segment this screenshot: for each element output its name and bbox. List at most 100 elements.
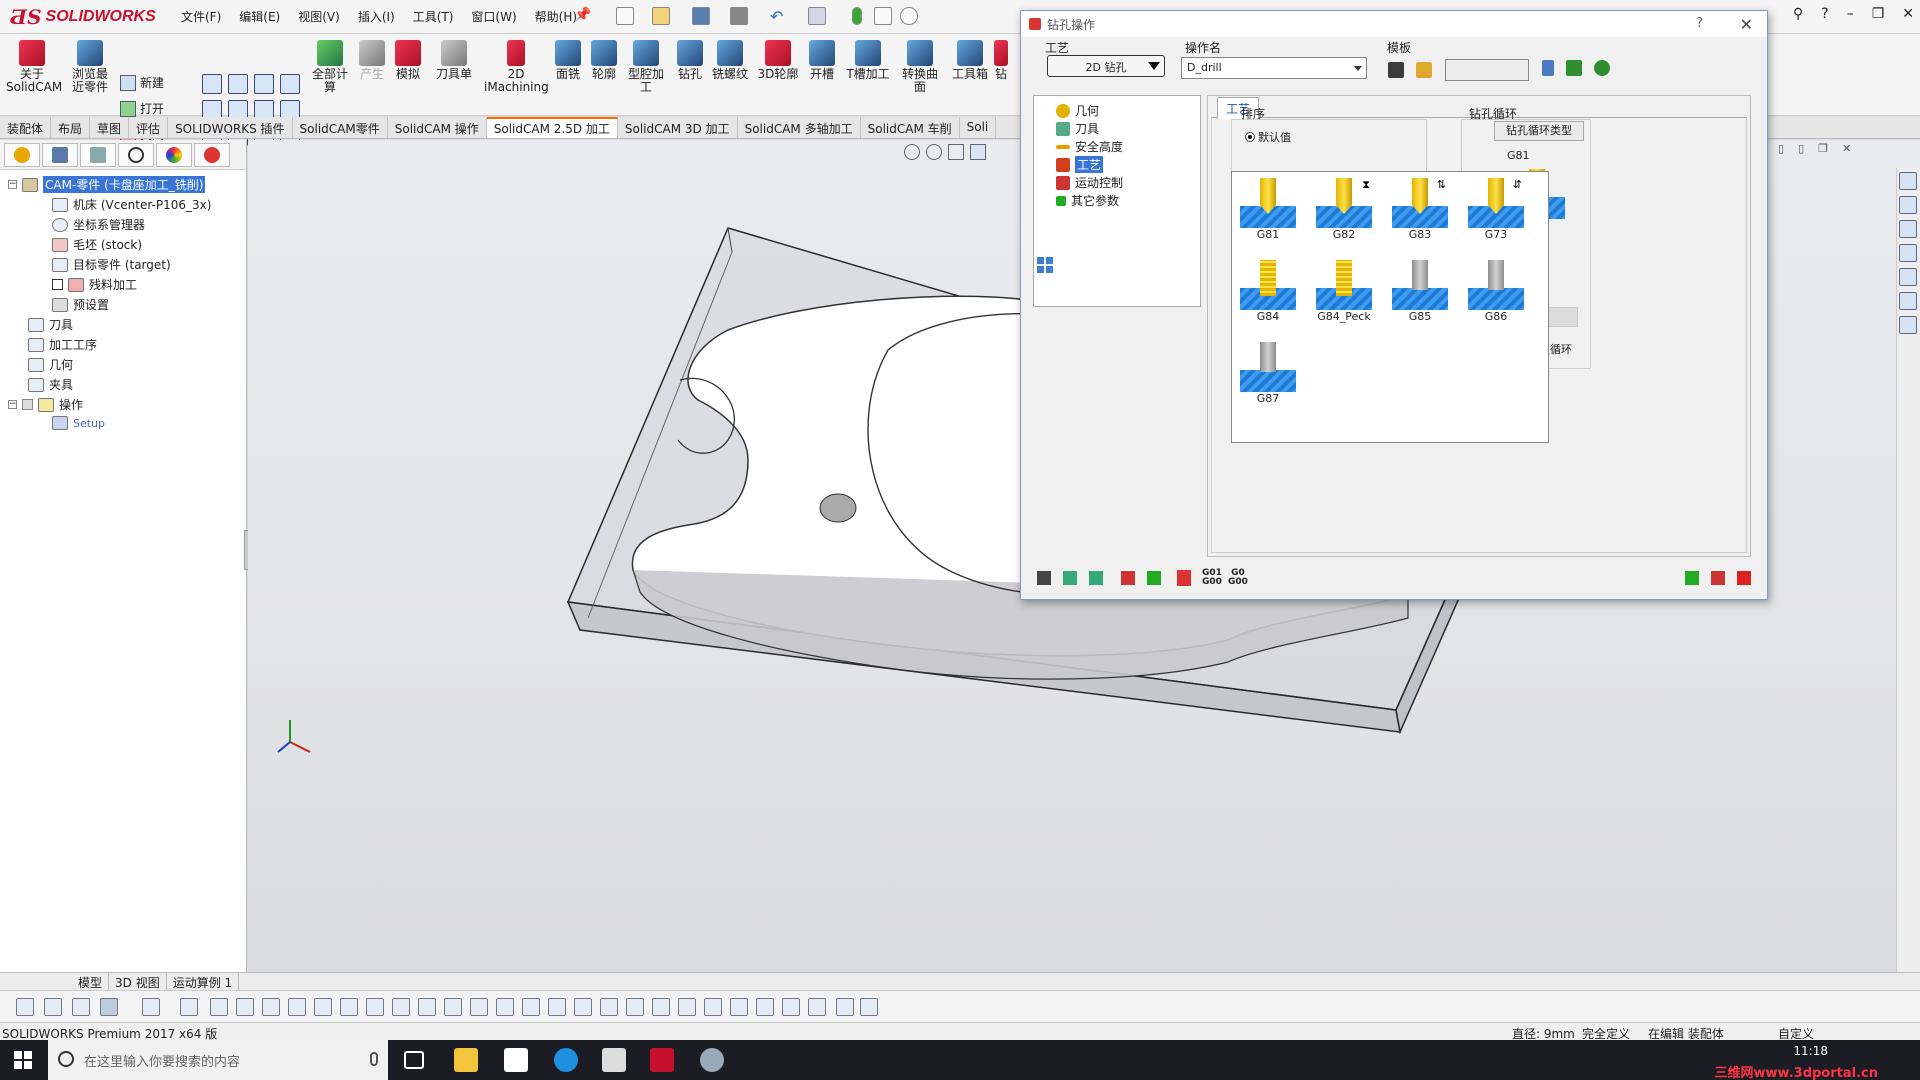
menu-edit[interactable]: 编辑(E) — [230, 8, 289, 25]
design-library-icon[interactable] — [1899, 220, 1917, 238]
tree-item-machine[interactable]: 机床 (Vcenter-P106_3x) — [52, 196, 211, 213]
menu-file[interactable]: 文件(F) — [172, 8, 230, 25]
sketch-segment-icon[interactable] — [392, 998, 410, 1016]
tab-solidcam-ops[interactable]: SolidCAM 操作 — [388, 117, 487, 138]
tab-solidcam-3d[interactable]: SolidCAM 3D 加工 — [618, 117, 738, 138]
tab-motion-study[interactable]: 运动算例 1 — [167, 973, 240, 990]
tree-item-cam-part[interactable]: − CAM-零件 (卡盘座加工_铣削) — [8, 176, 206, 193]
about-solidcam-button[interactable]: 关于 SolidCAM — [6, 40, 62, 94]
solidcam-tab[interactable] — [194, 143, 230, 167]
minimize-icon[interactable]: – — [1847, 6, 1854, 22]
axis-icon[interactable] — [314, 998, 332, 1016]
solidworks-taskbar-icon[interactable] — [650, 1048, 674, 1072]
t-slot-button[interactable]: T槽加工 — [842, 40, 894, 81]
store-icon[interactable] — [504, 1048, 528, 1072]
balloon-icon[interactable] — [704, 998, 722, 1016]
gtol-icon[interactable] — [652, 998, 670, 1016]
open-button[interactable]: 打开 — [120, 100, 164, 117]
info-button[interactable] — [1537, 57, 1559, 79]
nav-levels[interactable]: 安全高度 — [1056, 138, 1123, 155]
section-view-icon[interactable] — [970, 144, 986, 160]
save-calc-button[interactable] — [1117, 567, 1139, 589]
hole-callout-icon[interactable] — [836, 998, 854, 1016]
midpoint-icon[interactable] — [418, 998, 436, 1016]
view-icon-2[interactable] — [228, 74, 248, 94]
center-line-icon[interactable] — [808, 998, 826, 1016]
new-doc-icon[interactable] — [616, 7, 634, 25]
tile-icon-2[interactable]: ▯ — [1798, 142, 1804, 155]
tab-solidcam-turning[interactable]: SolidCAM 车削 — [861, 117, 960, 138]
cycle-g84-peck[interactable]: G84_Peck — [1314, 258, 1374, 323]
template-save-button[interactable] — [1385, 59, 1407, 81]
tree-item-geometry[interactable]: 几何 — [28, 356, 73, 373]
datum-target-icon[interactable] — [730, 998, 748, 1016]
tree-item-setup[interactable]: Setup — [52, 416, 105, 430]
home-icon[interactable] — [1899, 172, 1917, 190]
tree-item-process[interactable]: 加工工序 — [28, 336, 97, 353]
tab-solidcam-part[interactable]: SolidCAM零件 — [293, 117, 388, 138]
line-icon[interactable] — [210, 998, 228, 1016]
slot-button[interactable]: 开槽 — [796, 40, 848, 81]
resources-icon[interactable] — [1899, 196, 1917, 214]
surface-finish-icon[interactable] — [678, 998, 696, 1016]
cycle-g87[interactable]: G87 — [1238, 340, 1298, 405]
cycle-g81[interactable]: G81 — [1238, 176, 1298, 241]
solidworks-logo[interactable]: ƋS SOLIDWORKS — [10, 4, 158, 30]
cosmetic-thread-icon[interactable] — [756, 998, 774, 1016]
simulate-button[interactable]: 模拟 — [382, 40, 434, 81]
options-gear-icon[interactable] — [900, 7, 918, 25]
tree-item-tools[interactable]: 刀具 — [28, 316, 73, 333]
traffic-light-icon[interactable] — [852, 7, 862, 25]
help-icon[interactable]: ? — [1696, 16, 1703, 31]
save-button[interactable] — [1033, 567, 1055, 589]
nav-geometry[interactable]: 几何 — [1056, 102, 1099, 119]
print-icon[interactable] — [730, 7, 748, 25]
open-folder-icon[interactable] — [652, 7, 670, 25]
cycle-g73[interactable]: ⇵ G73 — [1466, 176, 1526, 241]
cycle-g82[interactable]: ⧗ G82 — [1314, 176, 1374, 241]
cycle-g85[interactable]: G85 — [1390, 258, 1450, 323]
g01-g00-button[interactable]: G01 G00 — [1201, 567, 1223, 589]
view-icon-3[interactable] — [254, 74, 274, 94]
help-dropdown-icon[interactable]: ? — [1821, 6, 1828, 22]
gcode-button[interactable] — [1173, 567, 1195, 589]
tree-item-fixtures[interactable]: 夹具 — [28, 376, 73, 393]
filter-edges-icon[interactable] — [44, 998, 62, 1016]
menu-tools[interactable]: 工具(T) — [404, 8, 463, 25]
file-props-icon[interactable] — [874, 7, 892, 25]
select-arrow-icon[interactable] — [808, 7, 826, 25]
transform-surface-button[interactable]: 转换曲 面 — [894, 40, 946, 94]
undo-icon[interactable]: ↶ — [770, 7, 788, 26]
restore-icon[interactable]: ❐ — [1872, 6, 1885, 22]
checkbox[interactable] — [22, 399, 33, 410]
save-calc-add-button[interactable] — [1143, 567, 1165, 589]
save-exit-button[interactable] — [1707, 567, 1729, 589]
tab-solidcam-25d[interactable]: SolidCAM 2.5D 加工 — [486, 117, 618, 138]
technology-select[interactable]: 2D 钻孔 — [1047, 55, 1165, 77]
dialog-title-bar[interactable]: 钻孔操作 ? ✕ — [1021, 11, 1767, 37]
save-icon[interactable] — [692, 7, 710, 25]
taskbar-search-input[interactable]: 在这里输入你要搜索的内容 — [48, 1040, 388, 1080]
simulate-button[interactable] — [1591, 57, 1613, 79]
property-manager-tab[interactable] — [80, 143, 116, 167]
datum-icon[interactable] — [626, 998, 644, 1016]
windows-start-icon[interactable] — [14, 1051, 32, 1069]
tree-item-coord-manager[interactable]: 坐标系管理器 — [52, 216, 145, 233]
save-copy-button[interactable] — [1059, 567, 1081, 589]
tab-model[interactable]: 模型 — [72, 973, 110, 990]
dimension-icon[interactable] — [470, 998, 488, 1016]
menu-insert[interactable]: 插入(I) — [349, 8, 404, 25]
calculator-icon[interactable] — [602, 1048, 626, 1072]
g0-g00-button[interactable]: G0 G00 — [1227, 567, 1249, 589]
nav-tool[interactable]: 刀具 — [1056, 120, 1099, 137]
file-explorer-icon[interactable] — [1899, 244, 1917, 262]
tab-solidcam-multiaxis[interactable]: SolidCAM 多轴加工 — [738, 117, 861, 138]
config-manager-tab[interactable] — [118, 143, 154, 167]
solidcam-manager-tab[interactable] — [4, 143, 40, 167]
select-arrow-icon[interactable] — [100, 998, 118, 1016]
collapse-icon[interactable]: − — [8, 180, 17, 189]
tile-icon[interactable]: ▯ — [1778, 142, 1784, 155]
add-operation-button[interactable] — [1681, 567, 1703, 589]
sketch-point-icon[interactable] — [366, 998, 384, 1016]
center-mark-icon[interactable] — [444, 998, 462, 1016]
